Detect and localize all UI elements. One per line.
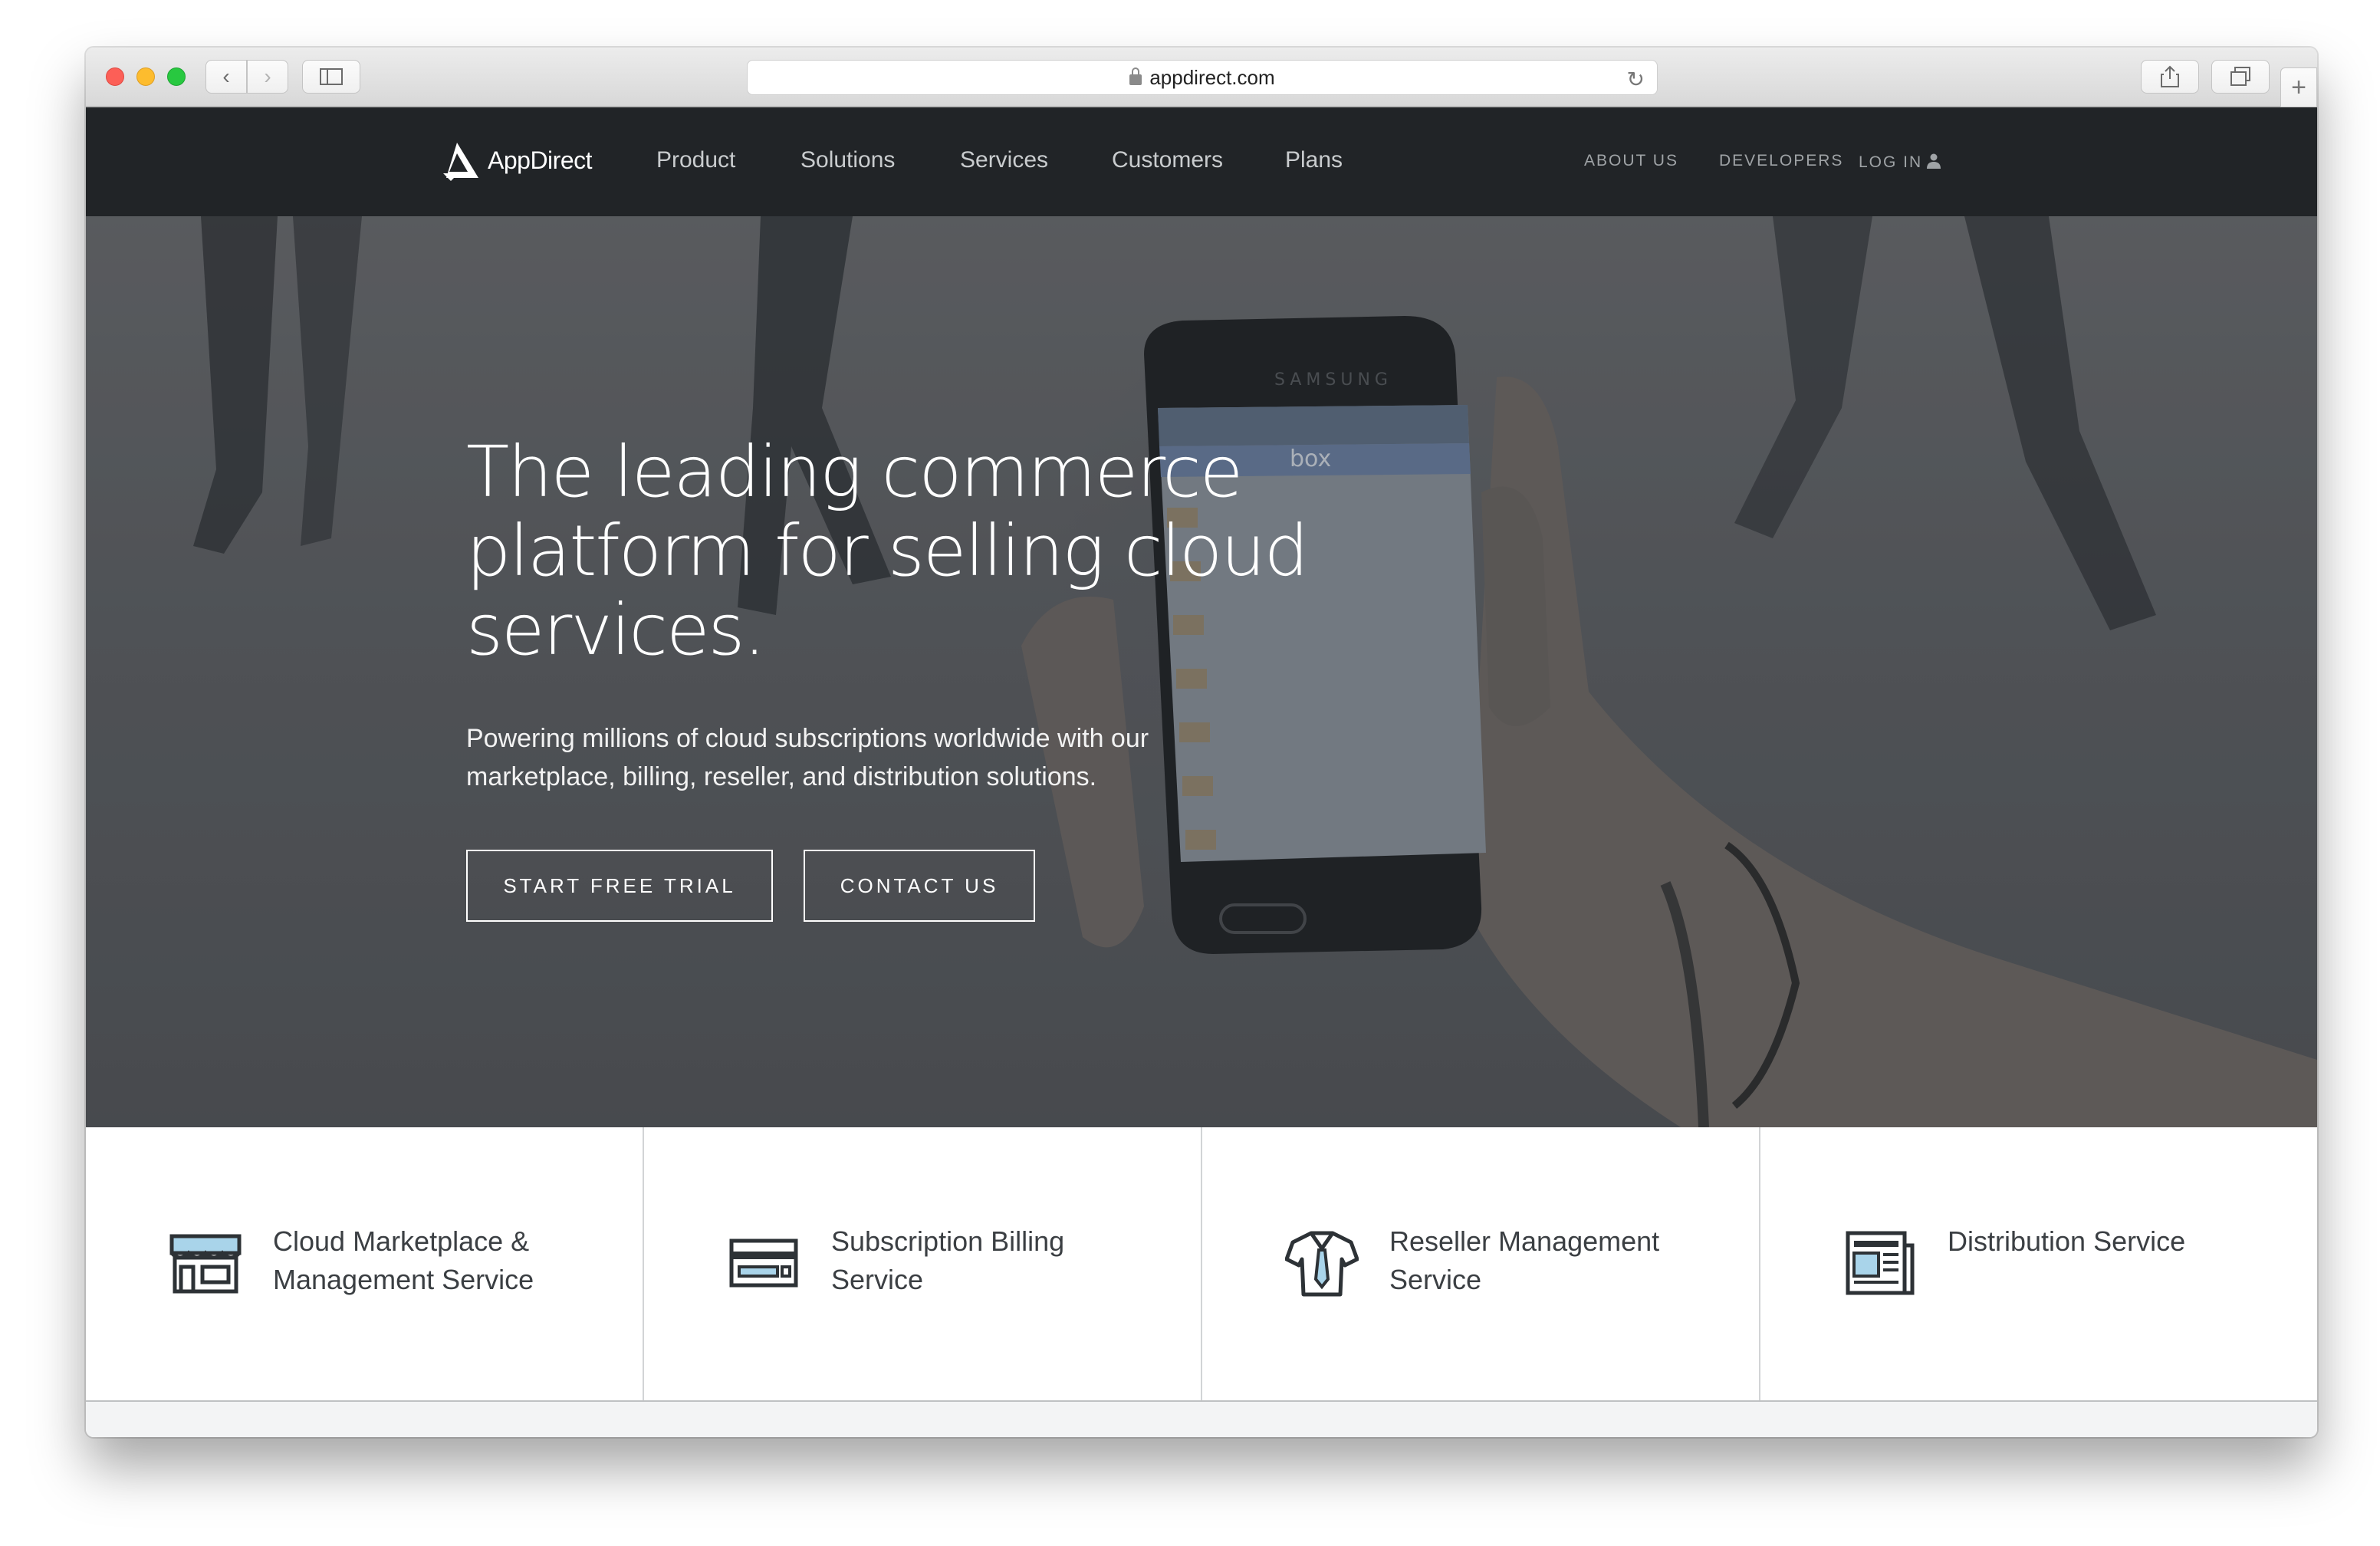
chevron-left-icon: ‹ (222, 64, 230, 88)
page-bottom-strip (86, 1402, 2317, 1437)
logo-text: AppDirect (488, 146, 593, 174)
nav-about-us[interactable]: ABOUT US (1584, 152, 1678, 170)
hero-subtitle: Powering millions of cloud subscriptions… (466, 724, 1149, 791)
feature-label: Subscription Billing Service (831, 1225, 1065, 1295)
hero-section: SAMSUNG box The leading commerce platfor… (86, 216, 2317, 1127)
shirt-tie-icon (1285, 1231, 1359, 1297)
appdirect-logo[interactable]: AppDirect (442, 140, 593, 181)
feature-card-distribution[interactable]: Distribution Service (1760, 1127, 2317, 1400)
nav-product[interactable]: Product (656, 147, 735, 173)
feature-card-billing[interactable]: Subscription Billing Service (644, 1127, 1202, 1400)
share-icon (2161, 65, 2179, 87)
url-text: appdirect.com (1149, 65, 1275, 89)
newspaper-icon (1846, 1231, 1915, 1295)
zoom-window-button[interactable] (167, 67, 186, 86)
browser-window: ‹ › appdirect.com ↻ + AppDirect Product … (86, 48, 2317, 1437)
nav-customers[interactable]: Customers (1112, 147, 1223, 173)
nav-solutions[interactable]: Solutions (800, 147, 895, 173)
logo-mark-icon (443, 143, 478, 181)
close-window-button[interactable] (106, 67, 124, 86)
user-icon (1927, 153, 1941, 169)
log-in-link[interactable]: LOG IN (1859, 152, 1941, 172)
feature-card-marketplace[interactable]: Cloud Marketplace & Management Service (86, 1127, 644, 1400)
address-bar[interactable]: appdirect.com ↻ (747, 60, 1658, 95)
lock-icon (1129, 67, 1142, 85)
feature-cards: Cloud Marketplace & Management Service S… (86, 1127, 2317, 1402)
chevron-right-icon: › (264, 64, 271, 88)
credit-card-icon (729, 1238, 798, 1288)
plus-icon: + (2291, 72, 2306, 102)
browser-toolbar: ‹ › appdirect.com ↻ + (86, 48, 2317, 107)
forward-button[interactable]: › (247, 60, 288, 94)
show-tabs-button[interactable] (2211, 60, 2270, 94)
log-in-label: LOG IN (1859, 153, 1923, 171)
hero-title: The leading commerce platform for sellin… (466, 431, 1309, 671)
storefront-icon (169, 1234, 242, 1294)
tabs-icon (2230, 67, 2250, 86)
nav-plans[interactable]: Plans (1285, 147, 1343, 173)
nav-developers[interactable]: DEVELOPERS (1719, 152, 1843, 170)
feature-label: Distribution Service (1948, 1225, 2186, 1257)
feature-label: Cloud Marketplace & Management Service (273, 1225, 534, 1295)
feature-label: Reseller Management Service (1389, 1225, 1660, 1295)
hero-dim-overlay (86, 216, 2317, 1127)
nav-services[interactable]: Services (960, 147, 1048, 173)
back-button[interactable]: ‹ (205, 60, 247, 94)
contact-us-button[interactable]: CONTACT US (804, 850, 1035, 922)
sidebar-icon (320, 68, 343, 85)
feature-card-reseller[interactable]: Reseller Management Service (1202, 1127, 1760, 1400)
sidebar-toggle-button[interactable] (302, 60, 360, 94)
share-button[interactable] (2141, 60, 2199, 94)
start-free-trial-button[interactable]: START FREE TRIAL (466, 850, 773, 922)
minimize-window-button[interactable] (136, 67, 155, 86)
site-header: AppDirect Product Solutions Services Cus… (86, 107, 2317, 216)
new-tab-button[interactable]: + (2280, 67, 2317, 107)
reload-icon[interactable]: ↻ (1627, 67, 1645, 92)
